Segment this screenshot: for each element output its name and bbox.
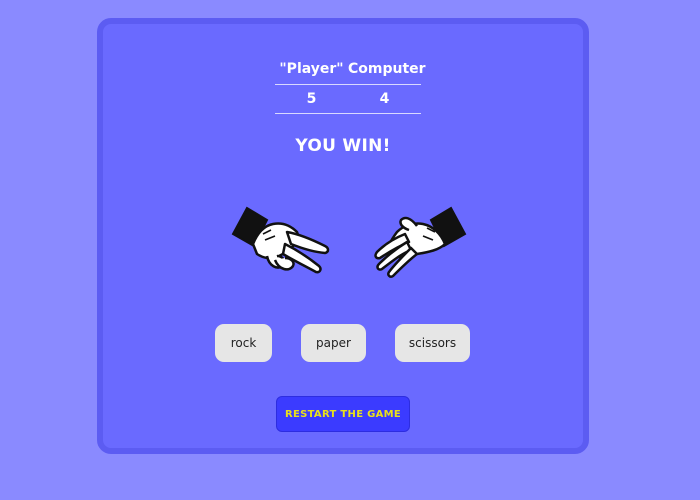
rock-button[interactable]: rock — [215, 324, 272, 362]
result-message: YOU WIN! — [295, 136, 391, 156]
scoreboard: "Player" Computer 5 4 — [275, 54, 426, 114]
paper-button[interactable]: paper — [301, 324, 366, 362]
player-label: "Player" — [279, 61, 344, 77]
computer-score: 4 — [379, 91, 390, 107]
computer-label: Computer — [348, 61, 426, 77]
scissors-hand-icon — [231, 206, 330, 274]
paper-hand-icon — [374, 206, 467, 278]
restart-game-button[interactable]: RESTART THE GAME — [276, 396, 410, 432]
scoreboard-divider — [275, 113, 421, 114]
scissors-button[interactable]: scissors — [395, 324, 470, 362]
game-card: "Player" Computer 5 4 YOU WIN! rock pape… — [97, 18, 589, 454]
hands-display — [103, 194, 583, 294]
player-score: 5 — [306, 91, 317, 107]
scoreboard-header: "Player" Computer — [275, 54, 426, 84]
scoreboard-values: 5 4 — [275, 85, 421, 113]
game-page: "Player" Computer 5 4 YOU WIN! rock pape… — [0, 0, 700, 500]
